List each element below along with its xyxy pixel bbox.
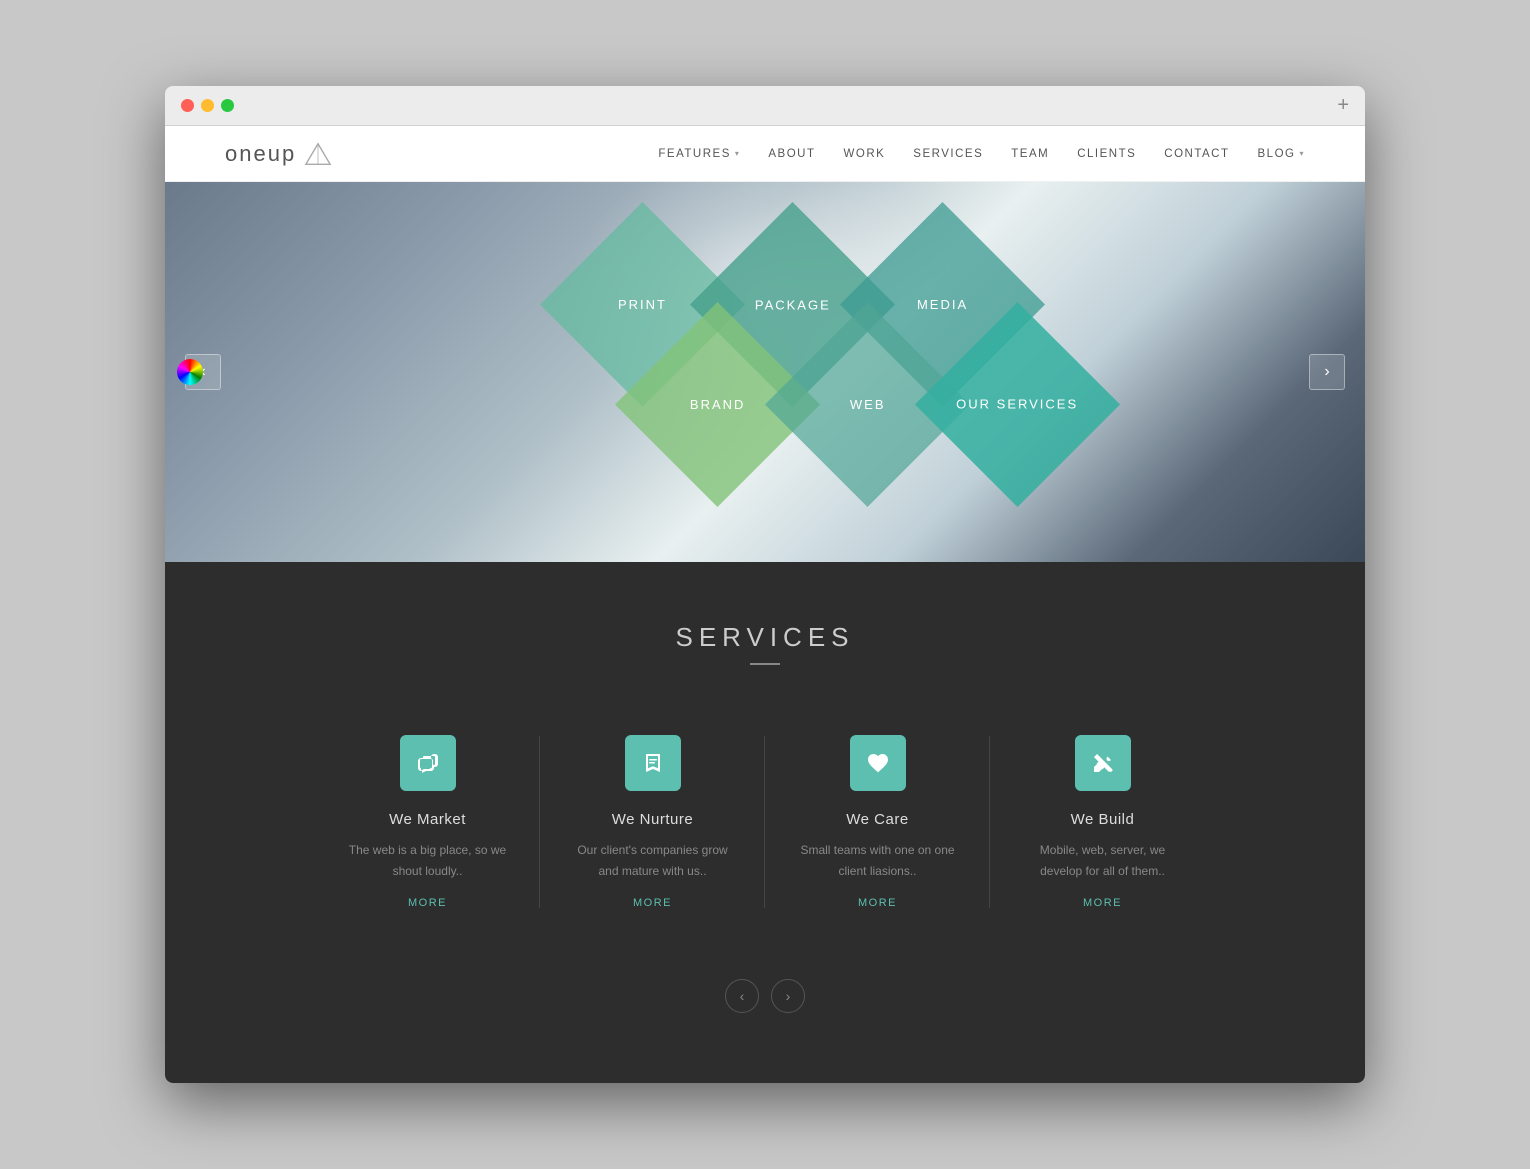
service-nurture: We Nurture Our client's companies grow a… [540,715,765,929]
slider-next-button[interactable]: › [1309,354,1345,390]
nav-label-blog: BLOG [1258,148,1296,160]
diamond-print-label: PRINT [618,297,667,312]
nav-item-about[interactable]: ABOUT [768,148,815,160]
dot-red[interactable] [181,99,194,112]
chevron-right-services-icon: › [786,988,791,1004]
diamond-grid: PRINT PACKAGE MEDIA BRAND WEB OUR SERVIC… [490,202,1040,542]
market-icon [400,735,456,791]
service-market: We Market The web is a big place, so we … [315,715,540,929]
diamond-brand-label: BRAND [690,397,746,412]
logo-icon [304,140,332,168]
browser-dots [181,99,234,112]
services-section: SERVICES We Market The web is a big plac… [165,562,1365,1083]
services-title: SERVICES [205,622,1325,653]
chevron-down-icon-blog: ▾ [1299,149,1305,158]
diamond-package-label: PACKAGE [755,297,831,312]
logo[interactable]: oneup [225,140,332,168]
service-build-more[interactable]: MORE [1020,897,1185,909]
new-tab-button[interactable]: + [1337,94,1349,117]
nav-label-features: FEATURES [658,148,731,160]
service-care-desc: Small teams with one on one client liasi… [795,840,960,881]
services-nav-prev[interactable]: ‹ [725,979,759,1013]
services-nav-next[interactable]: › [771,979,805,1013]
service-market-name: We Market [345,811,510,828]
service-nurture-more[interactable]: MORE [570,897,735,909]
service-build: We Build Mobile, web, server, we develop… [990,715,1215,929]
service-build-name: We Build [1020,811,1185,828]
service-build-desc: Mobile, web, server, we develop for all … [1020,840,1185,881]
service-nurture-desc: Our client's companies grow and mature w… [570,840,735,881]
diamond-media-label: MEDIA [917,297,968,312]
diamond-web-label: WEB [850,397,886,412]
chevron-left-services-icon: ‹ [740,988,745,1004]
nav-item-features[interactable]: FEATURES ▾ [658,148,740,160]
logo-text: oneup [225,141,296,167]
browser-chrome: + [165,86,1365,126]
nav-item-services[interactable]: SERVICES [913,148,983,160]
service-nurture-name: We Nurture [570,811,735,828]
service-care-more[interactable]: MORE [795,897,960,909]
service-care-name: We Care [795,811,960,828]
nurture-icon [625,735,681,791]
dot-green[interactable] [221,99,234,112]
care-icon [850,735,906,791]
nav-item-blog[interactable]: BLOG ▾ [1258,148,1305,160]
page-content: oneup FEATURES ▾ ABOUT WORK SERVICES TEA… [165,126,1365,1083]
dot-yellow[interactable] [201,99,214,112]
nav-item-contact[interactable]: CONTACT [1164,148,1229,160]
hero-slider: ‹ PRINT PACKAGE MEDIA BRAND WEB [165,182,1365,562]
services-grid: We Market The web is a big place, so we … [315,715,1215,929]
service-market-desc: The web is a big place, so we shout loud… [345,840,510,881]
services-divider [750,663,780,665]
nav-item-team[interactable]: TEAM [1011,148,1049,160]
chevron-down-icon: ▾ [735,149,741,158]
services-nav: ‹ › [205,979,1325,1013]
browser-window: + oneup FEATURES ▾ ABOUT WORK [165,86,1365,1083]
build-icon [1075,735,1131,791]
nav-links: FEATURES ▾ ABOUT WORK SERVICES TEAM CLIE… [658,148,1305,160]
colorpicker-icon[interactable] [177,359,203,385]
nav-item-work[interactable]: WORK [844,148,886,160]
main-nav: oneup FEATURES ▾ ABOUT WORK SERVICES TEA… [165,126,1365,182]
chevron-right-icon: › [1324,363,1329,381]
diamond-ourservices-label: OUR SERVICES [956,397,1078,412]
service-care: We Care Small teams with one on one clie… [765,715,990,929]
nav-item-clients[interactable]: CLIENTS [1077,148,1136,160]
service-market-more[interactable]: MORE [345,897,510,909]
